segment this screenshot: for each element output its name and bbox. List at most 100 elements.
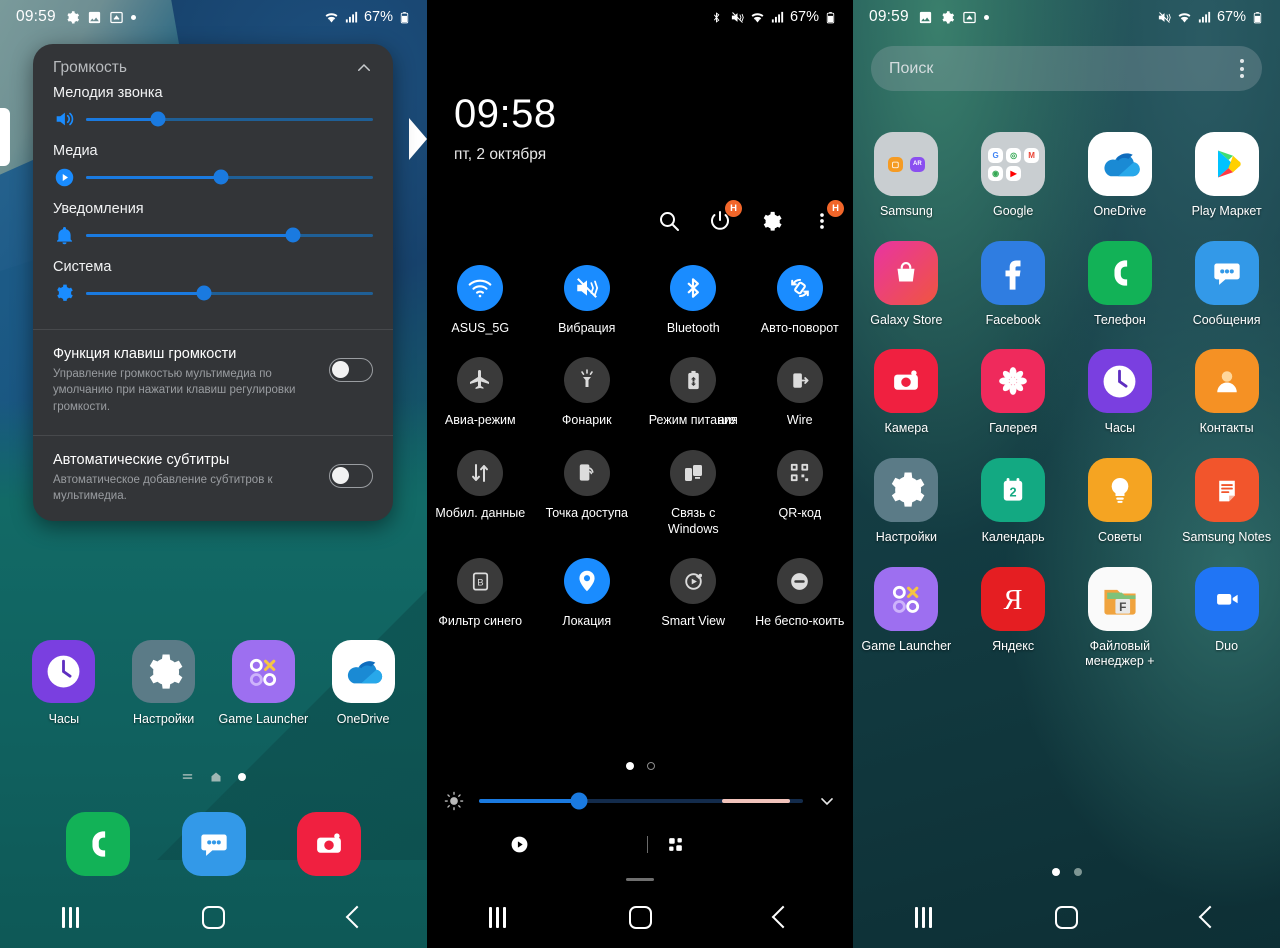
tile-label: Вибрация [558, 321, 616, 335]
search-bar[interactable]: Поиск [871, 46, 1262, 91]
app-label: Samsung [879, 204, 933, 218]
app-gallery[interactable]: Галерея [960, 349, 1067, 437]
search-icon[interactable] [656, 208, 682, 234]
recents-icon[interactable] [488, 906, 506, 928]
app-samsung-folder[interactable]: ▢ AR Samsung [853, 132, 960, 220]
dot-inactive[interactable] [646, 762, 655, 770]
app-play-store[interactable]: Play Маркет [1173, 132, 1280, 220]
dot-active[interactable] [625, 762, 634, 770]
tile-link-to-windows[interactable]: Связь с Windows [640, 449, 747, 538]
tile-airplane[interactable]: Авиа-режим [427, 357, 534, 428]
app-facebook[interactable]: Facebook [960, 240, 1067, 329]
back-icon[interactable] [345, 905, 369, 929]
gear-icon[interactable] [758, 208, 784, 234]
tile-location[interactable]: Локация [534, 558, 641, 629]
dock-app-phone[interactable] [40, 812, 156, 876]
recents-icon[interactable] [914, 906, 932, 928]
panel-grabber[interactable] [626, 878, 654, 881]
duo-icon [1194, 566, 1259, 631]
option-volume-keys[interactable]: Функция клавиш громкости Управление гром… [33, 330, 393, 431]
app-google-folder[interactable]: G ◎ M ◉ ▶ Google [960, 132, 1067, 220]
app-samsung-notes[interactable]: Samsung Notes [1173, 457, 1280, 546]
home-icon[interactable] [202, 905, 226, 929]
button-media[interactable]: Мультимедиа [510, 835, 629, 854]
home-icon[interactable] [210, 771, 222, 783]
home-app-onedrive[interactable]: OneDrive [313, 640, 413, 728]
volume-slider-track[interactable] [86, 169, 373, 185]
gear-icon[interactable] [53, 282, 75, 304]
media-play-icon[interactable] [53, 166, 75, 188]
app-phone[interactable]: Телефон [1067, 240, 1174, 329]
toggle-volume-keys[interactable] [329, 358, 373, 382]
tile-smart-view[interactable]: Smart View [640, 558, 747, 629]
back-icon[interactable] [1198, 905, 1222, 929]
volume-slider-track[interactable] [86, 227, 373, 243]
app-onedrive[interactable]: OneDrive [1067, 132, 1174, 220]
dock-app-messages[interactable] [156, 812, 272, 876]
tile-wireless-powershare[interactable]: are Wire [718, 357, 854, 428]
volume-slider-track[interactable] [86, 111, 373, 127]
home-icon[interactable] [1055, 905, 1079, 929]
chevron-up-icon[interactable] [355, 59, 373, 77]
bell-icon[interactable] [53, 224, 75, 246]
volume-slider-track[interactable] [86, 285, 373, 301]
tile-vibrate[interactable]: Вибрация [534, 265, 641, 336]
app-messages[interactable]: Сообщения [1173, 240, 1280, 329]
mute-vibrate-icon [1157, 10, 1172, 25]
kebab-menu-icon[interactable] [1240, 59, 1244, 78]
dock-app-camera[interactable] [271, 812, 387, 876]
home-app-label: Game Launcher [218, 712, 309, 726]
button-devices[interactable]: Устройства [666, 835, 770, 854]
tile-qr-code[interactable]: QR-код [747, 449, 854, 538]
dot-inactive[interactable] [1073, 868, 1082, 876]
signal-icon [770, 10, 785, 25]
app-contacts[interactable]: Контакты [1173, 349, 1280, 437]
search-input[interactable]: Поиск [889, 60, 933, 78]
list-icon[interactable] [181, 770, 194, 783]
edge-panel-handle-left[interactable] [0, 108, 10, 166]
tile-bluetooth[interactable]: Bluetooth [640, 265, 747, 336]
home-icon[interactable] [628, 905, 652, 929]
back-icon[interactable] [771, 905, 795, 929]
tile-do-not-disturb[interactable]: Не беспо-коить [747, 558, 854, 629]
contacts-icon [1194, 349, 1259, 414]
brightness-slider[interactable] [479, 792, 803, 810]
tile-hotspot[interactable]: Точка доступа [534, 449, 641, 538]
more-vertical-icon[interactable]: H [809, 200, 844, 234]
power-icon[interactable]: H [707, 200, 742, 234]
dot-active[interactable] [1051, 868, 1060, 876]
tile-flashlight[interactable]: Фонарик [534, 357, 641, 428]
dot-active[interactable] [238, 772, 246, 781]
volume-icon[interactable] [53, 108, 75, 130]
app-settings[interactable]: Настройки [853, 457, 960, 546]
phone-icon [1087, 240, 1152, 305]
app-duo[interactable]: Duo [1173, 566, 1280, 670]
recents-icon[interactable] [61, 906, 79, 928]
home-app-game-launcher[interactable]: Game Launcher [214, 640, 314, 728]
tile-auto-rotate[interactable]: Авто-поворот [747, 265, 854, 336]
signal-icon [1197, 10, 1212, 25]
home-app-settings[interactable]: Настройки [114, 640, 214, 728]
home-app-clock[interactable]: Часы [14, 640, 114, 728]
chevron-down-icon[interactable] [817, 791, 837, 811]
app-clock[interactable]: Часы [1067, 349, 1174, 437]
option-auto-subtitles[interactable]: Автоматические субтитры Автоматическое д… [33, 436, 393, 521]
app-label: Часы [1104, 421, 1136, 436]
tile-mobile-data[interactable]: Мобил. данные [427, 449, 534, 538]
app-camera[interactable]: Камера [853, 349, 960, 437]
app-row: ▢ AR Samsung G ◎ M ◉ ▶ Google OneDrive P… [853, 132, 1280, 220]
app-galaxy-store[interactable]: Galaxy Store [853, 240, 960, 329]
tile-blue-light-filter[interactable]: B Фильтр синего [427, 558, 534, 629]
app-label: Телефон [1093, 312, 1146, 327]
toggle-auto-subtitles[interactable] [329, 463, 373, 488]
clock-icon [1087, 349, 1152, 414]
volume-slider-label: Уведомления [53, 201, 144, 217]
app-yandex[interactable]: Я Яндекс [960, 566, 1067, 670]
app-calendar[interactable]: 2 Календарь [960, 457, 1067, 546]
app-tips[interactable]: Советы [1067, 457, 1174, 546]
tile-wifi[interactable]: ASUS_5G [427, 265, 534, 336]
app-game-launcher[interactable]: Game Launcher [853, 566, 960, 670]
app-file-manager[interactable]: F Файловый менеджер + [1067, 566, 1174, 670]
home-app-label: Часы [48, 712, 80, 726]
volume-dialog: Громкость Мелодия звонка Медиа Уведомлен… [33, 44, 393, 521]
